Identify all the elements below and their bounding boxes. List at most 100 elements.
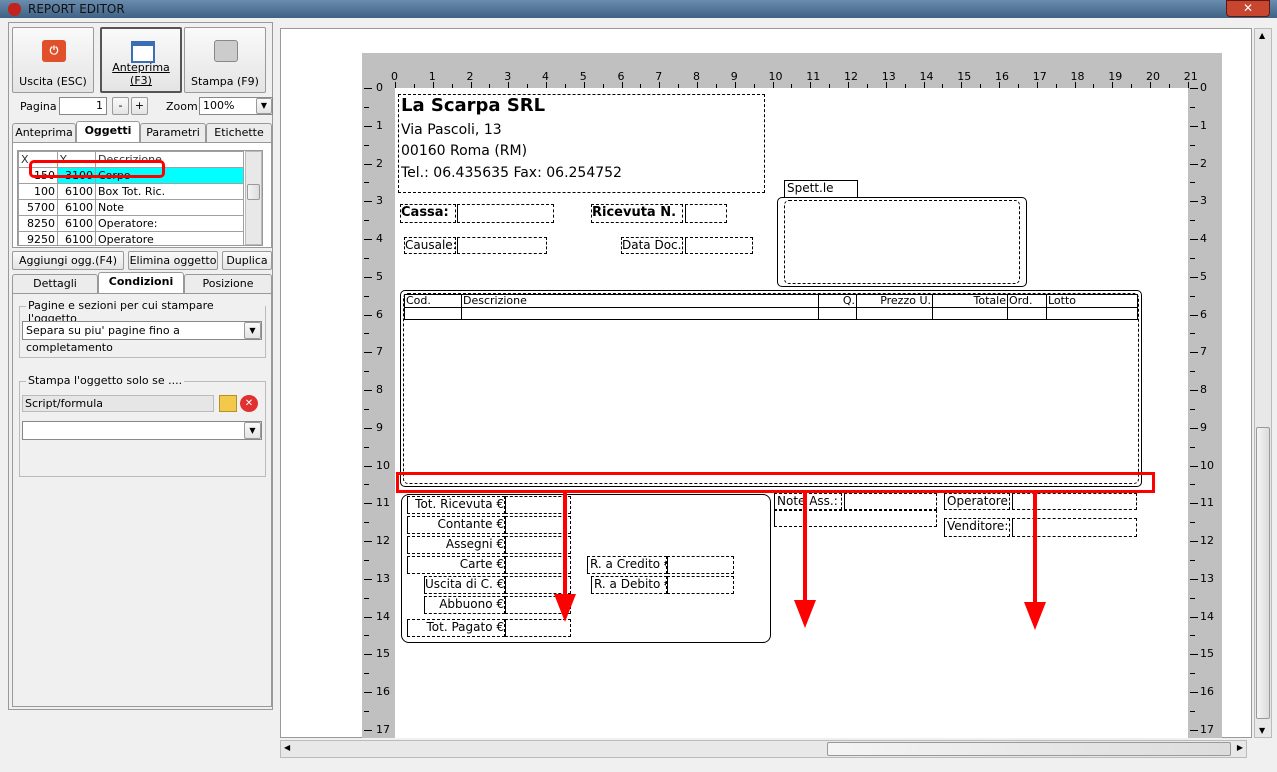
total-label[interactable]: Contante € [407, 516, 505, 534]
table-row[interactable]: 100 6100 Box Tot. Ric. [18, 183, 244, 200]
ruler-tick [715, 84, 717, 88]
ruler-tick [432, 82, 434, 88]
total-field[interactable] [505, 556, 571, 574]
ruler-tick [364, 522, 369, 524]
scroll-left-icon[interactable]: ◀ [284, 743, 290, 752]
ruler-tick [1190, 295, 1195, 297]
chevron-down-icon[interactable]: ▼ [256, 98, 272, 114]
ruler-tick [364, 729, 372, 731]
vertical-scrollbar[interactable]: ▲ ▼ [1254, 28, 1272, 738]
ruler-v-label-left: 6 [376, 307, 383, 321]
tab-anteprima[interactable]: Anteprima [12, 123, 76, 142]
add-object-button[interactable]: Aggiungi ogg.(F4) [12, 251, 124, 270]
total-label[interactable]: Uscita di C. € [424, 576, 505, 594]
column-divider [1046, 294, 1047, 320]
ruler-tick [961, 82, 963, 88]
ruler-tick [1190, 616, 1198, 618]
zoom-select[interactable]: 100% ▼ [199, 97, 273, 115]
scroll-right-icon[interactable]: ▶ [1237, 743, 1243, 752]
arrow-down-icon [554, 594, 576, 622]
page-minus-button[interactable]: - [112, 97, 129, 115]
recipient-box-inner [784, 200, 1020, 284]
total-field[interactable] [505, 536, 571, 554]
objects-scrollbar[interactable] [245, 151, 262, 245]
operatore-field[interactable] [1012, 493, 1137, 510]
h-scroll-thumb[interactable] [827, 742, 1231, 756]
script-field[interactable]: Script/formula [22, 395, 214, 412]
ruler-tick [364, 559, 369, 561]
chevron-down-icon[interactable]: ▼ [244, 422, 261, 439]
data-doc-field[interactable] [685, 237, 753, 254]
causale-field[interactable] [457, 237, 547, 254]
total-field[interactable] [505, 496, 571, 514]
ruler-h-label: 12 [844, 70, 858, 83]
recipient-box[interactable] [777, 197, 1027, 287]
debito-label[interactable]: R. a Debito € [591, 576, 667, 594]
note-field[interactable] [844, 493, 937, 510]
pages-select[interactable]: Separa su piu' pagine fino a completamen… [22, 321, 262, 354]
scroll-down-icon[interactable]: ▼ [1259, 726, 1265, 735]
ruler-h-label: 21 [1183, 70, 1198, 83]
company-address: Via Pascoli, 13 [401, 122, 502, 138]
tab-dettagli[interactable]: Dettagli [12, 274, 98, 293]
operatore-label[interactable]: Operatore: [944, 493, 1010, 510]
preview-button[interactable]: Anteprima (F3) [100, 27, 182, 93]
scroll-up-icon[interactable]: ▲ [1259, 31, 1265, 40]
horizontal-scrollbar[interactable]: ◀ ▶ [280, 740, 1247, 758]
ruler-tick [659, 82, 661, 88]
exit-button[interactable]: ⏻ Uscita (ESC) [12, 27, 94, 93]
cassa-label[interactable]: Cassa: [400, 204, 456, 223]
column-header-prezzou: Prezzo U. [880, 294, 931, 307]
tab-posizione[interactable]: Posizione [184, 274, 272, 293]
tab-condizioni[interactable]: Condizioni [98, 272, 184, 293]
ruler-tick [829, 84, 831, 88]
chevron-down-icon[interactable]: ▼ [244, 322, 261, 339]
tab-etichette[interactable]: Etichette [206, 123, 272, 142]
causale-label[interactable]: Causale: [404, 237, 456, 254]
ruler-tick [364, 578, 372, 580]
delete-object-button[interactable]: Elimina oggetto [128, 251, 218, 270]
total-label[interactable]: Tot. Pagato € [407, 619, 505, 637]
folder-icon[interactable] [219, 395, 237, 412]
scroll-thumb[interactable] [247, 184, 260, 200]
clear-icon[interactable]: ✕ [240, 395, 258, 412]
tab-oggetti[interactable]: Oggetti [76, 121, 140, 142]
note-label[interactable]: Note Ass.: [774, 493, 842, 510]
print-button[interactable]: Stampa (F9) [184, 27, 266, 93]
credito-label[interactable]: R. a Credito € [587, 556, 667, 574]
cassa-field[interactable] [457, 204, 554, 223]
duplicate-button[interactable]: Duplica [222, 251, 272, 270]
ruler-tick [885, 82, 887, 88]
table-row[interactable]: 9250 6100 Operatore [18, 231, 244, 245]
venditore-label[interactable]: Venditore: [944, 518, 1010, 537]
total-label[interactable]: Assegni € [407, 536, 505, 554]
condition-select[interactable]: ▼ [22, 421, 262, 440]
close-button[interactable]: ✕ [1226, 0, 1270, 17]
v-scroll-thumb[interactable] [1256, 427, 1270, 719]
power-icon: ⏻ [42, 40, 66, 62]
arrow-down-icon [1024, 602, 1046, 630]
total-field[interactable] [505, 516, 571, 534]
debito-field[interactable] [667, 576, 734, 594]
ruler-tick [1190, 446, 1195, 448]
credito-field[interactable] [667, 556, 734, 574]
ruler-tick [1190, 503, 1198, 505]
total-field[interactable] [505, 576, 571, 594]
ruler-tick [583, 82, 585, 88]
page-input[interactable]: 1 [59, 97, 107, 115]
table-row[interactable]: 5700 6100 Note [18, 199, 244, 216]
total-label[interactable]: Carte € [407, 556, 505, 574]
venditore-field[interactable] [1012, 518, 1137, 537]
ruler-tick [1190, 541, 1198, 542]
ruler-v-label-left: 3 [376, 194, 383, 208]
page-plus-button[interactable]: + [131, 97, 148, 115]
ricevuta-field[interactable] [685, 204, 727, 223]
spett-label[interactable]: Spett.le [784, 180, 858, 198]
note-field-2[interactable] [774, 510, 937, 527]
table-row[interactable]: 8250 6100 Operatore: [18, 215, 244, 232]
data-doc-label[interactable]: Data Doc. [621, 237, 683, 254]
ricevuta-label[interactable]: Ricevuta N. [591, 204, 683, 223]
total-label[interactable]: Tot. Ricevuta € [407, 496, 505, 514]
tab-parametri[interactable]: Parametri [140, 123, 206, 142]
total-label[interactable]: Abbuono € [424, 596, 505, 614]
